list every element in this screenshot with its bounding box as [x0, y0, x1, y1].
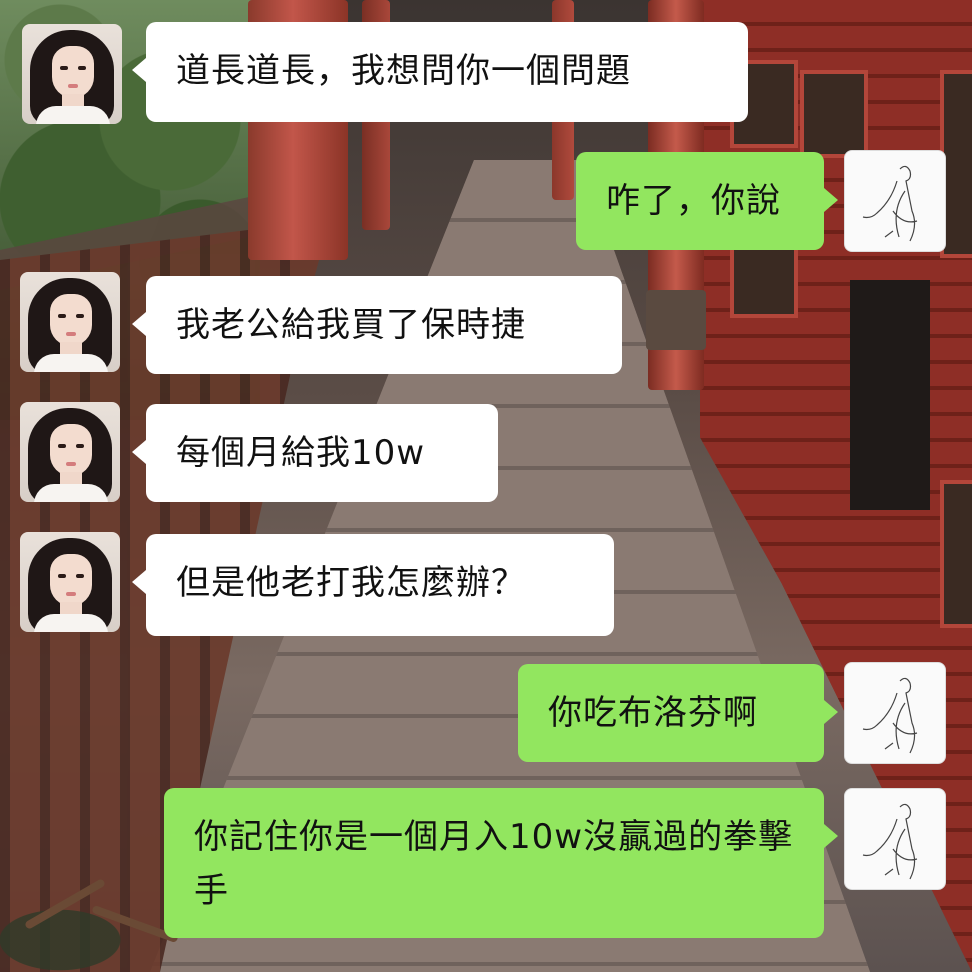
self-avatar[interactable]: [844, 150, 946, 252]
message-bubble-incoming[interactable]: 我老公給我買了保時捷: [132, 276, 622, 374]
self-avatar[interactable]: [844, 662, 946, 764]
message-bubble-outgoing[interactable]: 你吃布洛芬啊: [518, 664, 838, 762]
sketch-figure-icon: [862, 677, 918, 754]
contact-avatar[interactable]: [22, 24, 122, 124]
message-bubble-outgoing[interactable]: 你記住你是一個月入10w沒贏過的拳擊手: [164, 788, 838, 938]
chat-thread: 道長道長，我想問你一個問題 咋了，你說 我老公給我買了保時捷 每個月給我10w …: [0, 0, 972, 972]
self-avatar[interactable]: [844, 788, 946, 890]
sketch-figure-icon: [862, 803, 918, 880]
message-bubble-incoming[interactable]: 道長道長，我想問你一個問題: [132, 22, 748, 122]
contact-avatar[interactable]: [20, 402, 120, 502]
message-bubble-incoming[interactable]: 但是他老打我怎麼辦？: [132, 534, 614, 636]
sketch-figure-icon: [862, 165, 918, 242]
contact-avatar[interactable]: [20, 532, 120, 632]
contact-avatar[interactable]: [20, 272, 120, 372]
message-bubble-incoming[interactable]: 每個月給我10w: [132, 404, 498, 502]
message-bubble-outgoing[interactable]: 咋了，你說: [576, 152, 838, 250]
